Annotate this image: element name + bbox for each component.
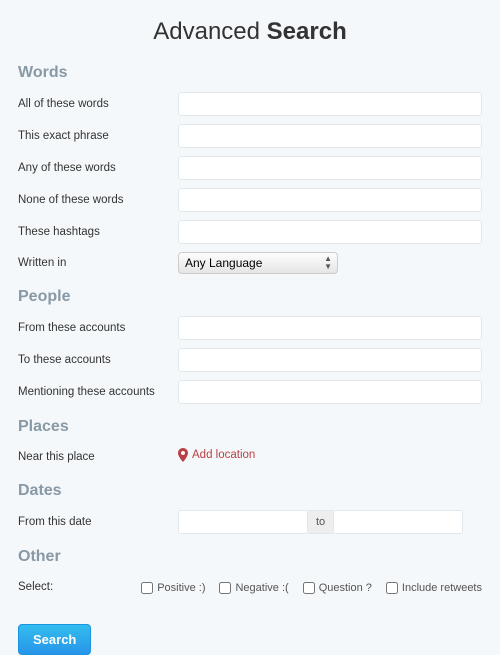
field-row-exact-phrase: This exact phrase	[18, 124, 482, 148]
location-pin-icon	[178, 448, 188, 462]
checkbox-negative-label: Negative :(	[235, 582, 288, 594]
select-language[interactable]: Any Language	[178, 252, 338, 274]
checkbox-positive[interactable]	[141, 582, 153, 594]
input-any-words[interactable]	[178, 156, 482, 180]
label-near-place: Near this place	[18, 451, 178, 463]
checkbox-retweets[interactable]	[386, 582, 398, 594]
checkbox-question-label: Question ?	[319, 582, 372, 594]
page-title: Advanced Search	[18, 18, 482, 46]
checkbox-positive-wrap[interactable]: Positive :)	[141, 582, 205, 594]
label-select: Select:	[18, 581, 141, 593]
field-row-from-accounts: From these accounts	[18, 316, 482, 340]
checkbox-retweets-label: Include retweets	[402, 582, 482, 594]
input-from-accounts[interactable]	[178, 316, 482, 340]
section-heading-people: People	[18, 288, 482, 306]
section-heading-dates: Dates	[18, 482, 482, 500]
label-all-words: All of these words	[18, 98, 178, 110]
date-separator: to	[308, 510, 333, 534]
checkbox-retweets-wrap[interactable]: Include retweets	[386, 582, 482, 594]
field-row-any-words: Any of these words	[18, 156, 482, 180]
field-row-language: Written in Any Language ▲▼	[18, 252, 482, 274]
input-to-accounts[interactable]	[178, 348, 482, 372]
date-range-group: to	[178, 510, 482, 534]
input-none-words[interactable]	[178, 188, 482, 212]
field-row-select-other: Select: Positive :) Negative :( Question…	[18, 576, 482, 598]
field-row-near-place: Near this place Add location	[18, 446, 482, 468]
add-location-button[interactable]: Add location	[178, 448, 255, 462]
label-any-words: Any of these words	[18, 162, 178, 174]
section-heading-words: Words	[18, 64, 482, 82]
field-row-to-accounts: To these accounts	[18, 348, 482, 372]
label-exact-phrase: This exact phrase	[18, 130, 178, 142]
advanced-search-form: Advanced Search Words All of these words…	[0, 0, 500, 655]
search-button[interactable]: Search	[18, 624, 91, 655]
input-exact-phrase[interactable]	[178, 124, 482, 148]
input-date-from[interactable]	[178, 510, 308, 534]
field-row-from-date: From this date to	[18, 510, 482, 534]
label-none-words: None of these words	[18, 194, 178, 206]
field-row-mentioning-accounts: Mentioning these accounts	[18, 380, 482, 404]
label-to-accounts: To these accounts	[18, 354, 178, 366]
title-light: Advanced	[153, 18, 266, 45]
field-row-all-words: All of these words	[18, 92, 482, 116]
field-row-none-words: None of these words	[18, 188, 482, 212]
section-heading-other: Other	[18, 548, 482, 566]
label-from-accounts: From these accounts	[18, 322, 178, 334]
title-bold: Search	[267, 18, 347, 45]
add-location-label: Add location	[192, 449, 255, 461]
field-row-hashtags: These hashtags	[18, 220, 482, 244]
input-hashtags[interactable]	[178, 220, 482, 244]
checkbox-negative-wrap[interactable]: Negative :(	[219, 582, 288, 594]
checkbox-question[interactable]	[303, 582, 315, 594]
label-hashtags: These hashtags	[18, 226, 178, 238]
section-heading-places: Places	[18, 418, 482, 436]
label-from-date: From this date	[18, 516, 178, 528]
input-mentioning-accounts[interactable]	[178, 380, 482, 404]
label-written-in: Written in	[18, 257, 178, 269]
checkbox-question-wrap[interactable]: Question ?	[303, 582, 372, 594]
label-mentioning-accounts: Mentioning these accounts	[18, 386, 178, 398]
input-all-words[interactable]	[178, 92, 482, 116]
checkbox-positive-label: Positive :)	[157, 582, 205, 594]
checkbox-negative[interactable]	[219, 582, 231, 594]
input-date-to[interactable]	[333, 510, 463, 534]
